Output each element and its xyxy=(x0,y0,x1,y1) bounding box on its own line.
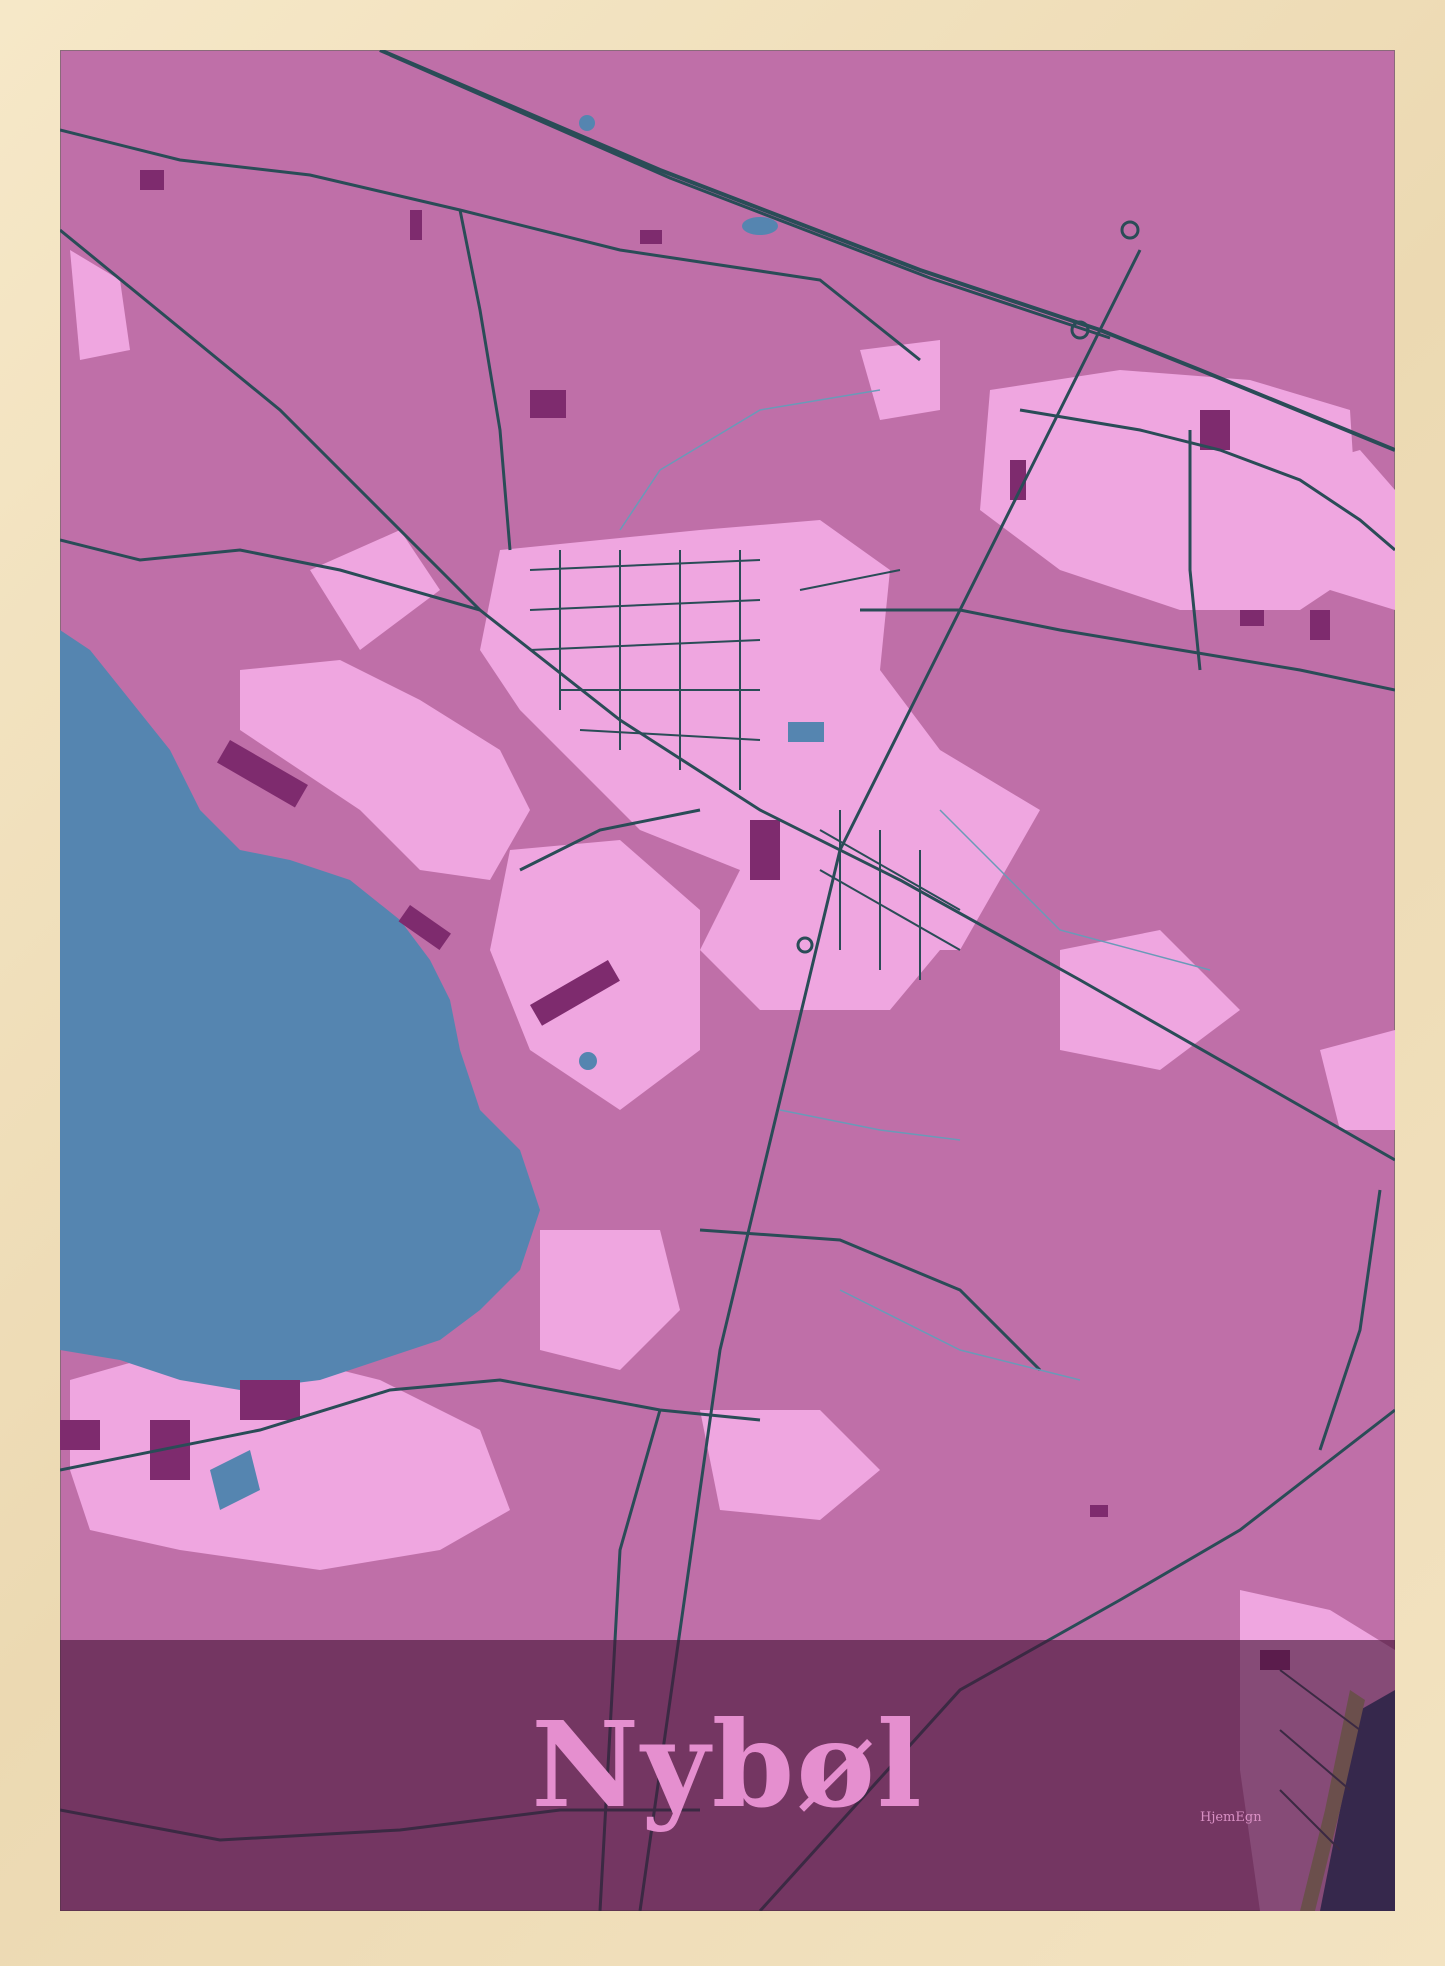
middle-east-patch xyxy=(1060,930,1240,1070)
map-area: Nybøl HjemEgn xyxy=(60,50,1395,1911)
north-patch xyxy=(70,250,130,360)
building xyxy=(410,210,422,240)
building xyxy=(1200,410,1230,450)
building xyxy=(1240,610,1264,626)
road-mid xyxy=(699,1228,1042,1372)
pond-north xyxy=(579,115,595,131)
road-vertical xyxy=(458,209,512,551)
building xyxy=(640,230,662,244)
pond-small xyxy=(579,1052,597,1070)
road-north xyxy=(60,128,921,362)
north-small-patch xyxy=(860,340,940,420)
building xyxy=(1090,1505,1108,1517)
stream xyxy=(619,389,881,531)
pond xyxy=(742,217,778,235)
roundabout xyxy=(1120,220,1140,240)
west-factory-area xyxy=(240,660,530,880)
east-corner-patch xyxy=(1320,1030,1395,1130)
south-east-patch xyxy=(700,1410,880,1520)
map-canvas xyxy=(60,50,1395,1911)
field-strip-1 xyxy=(310,530,440,650)
poster-title: Nybøl xyxy=(531,1695,924,1834)
road-far-east xyxy=(1318,1189,1382,1451)
building xyxy=(140,170,164,190)
building xyxy=(530,390,566,418)
map-poster: Nybøl HjemEgn xyxy=(0,0,1445,1966)
pond-rectangle xyxy=(788,722,824,742)
building xyxy=(60,1420,100,1450)
building xyxy=(1310,610,1330,640)
stream xyxy=(839,1289,1081,1381)
south-fields-patch xyxy=(540,1230,680,1370)
stream xyxy=(779,1109,961,1141)
building xyxy=(240,1380,300,1420)
brand-mark: HjemEgn xyxy=(1200,1810,1262,1825)
building xyxy=(750,820,780,880)
